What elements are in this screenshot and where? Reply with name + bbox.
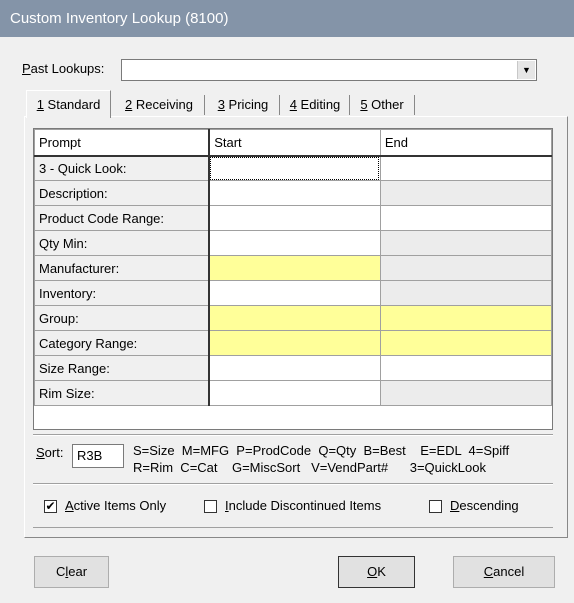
end-cell[interactable] — [379, 305, 553, 331]
checkbox-box — [204, 500, 217, 514]
sort-input[interactable]: R3B — [72, 444, 124, 468]
column-header-prompt: Prompt — [34, 129, 211, 157]
start-cell[interactable] — [208, 155, 381, 181]
sort-legend-line-1: S=Size M=MFG P=ProdCode Q=Qty B=Best E=E… — [133, 443, 510, 458]
end-cell[interactable] — [379, 355, 553, 381]
tab-standard[interactable]: 1 Standard — [26, 90, 111, 118]
table-row: Product Code Range: — [34, 205, 553, 231]
column-header-end: End — [379, 129, 553, 157]
active-items-only-checkbox[interactable]: ✔ Active Items Only — [44, 497, 166, 515]
table-row: Qty Min: — [34, 230, 553, 256]
tab-receiving[interactable]: 2 Receiving — [115, 92, 203, 118]
window-title: Custom Inventory Lookup (8100) — [0, 0, 574, 37]
prompt-cell: Inventory: — [34, 280, 211, 306]
checkbox-box — [429, 500, 442, 514]
table-row: Size Range: — [34, 355, 553, 381]
table-row: Inventory: — [34, 280, 553, 306]
custom-inventory-lookup-window: Custom Inventory Lookup (8100) Past Look… — [0, 0, 574, 603]
tab-divider — [279, 95, 280, 115]
past-lookups-combo[interactable]: ▼ — [121, 59, 537, 81]
start-cell[interactable] — [208, 380, 381, 406]
sort-label: Sort: — [36, 445, 64, 460]
prompt-cell: Group: — [34, 305, 211, 331]
start-cell[interactable] — [208, 355, 381, 381]
tab-pricing[interactable]: 3 Pricing — [208, 92, 278, 118]
table-row: Manufacturer: — [34, 255, 553, 281]
start-cell[interactable] — [208, 255, 381, 281]
start-cell[interactable] — [208, 230, 381, 256]
divider — [33, 484, 553, 485]
table-row: Group: — [34, 305, 553, 331]
clear-button[interactable]: Clear — [34, 556, 109, 588]
end-cell — [379, 280, 553, 306]
check-icon: ✔ — [44, 499, 57, 514]
prompt-cell: Manufacturer: — [34, 255, 211, 281]
end-cell[interactable] — [379, 205, 553, 231]
end-cell — [379, 255, 553, 281]
column-header-start: Start — [208, 129, 381, 157]
table-row: Rim Size: — [34, 380, 553, 406]
prompt-cell: 3 - Quick Look: — [34, 155, 211, 181]
start-cell[interactable] — [208, 330, 381, 356]
prompt-cell: Category Range: — [34, 330, 211, 356]
tab-other[interactable]: 5 Other — [352, 92, 412, 118]
tab-divider — [349, 95, 350, 115]
start-cell[interactable] — [208, 180, 381, 206]
start-cell[interactable] — [208, 280, 381, 306]
tab-editing[interactable]: 4 Editing — [282, 92, 348, 118]
past-lookups-label: Past Lookups: — [22, 61, 105, 76]
end-cell — [379, 180, 553, 206]
prompt-cell: Size Range: — [34, 355, 211, 381]
end-cell[interactable] — [379, 155, 553, 181]
prompt-cell: Product Code Range: — [34, 205, 211, 231]
ok-button[interactable]: OK — [338, 556, 415, 588]
tab-divider — [204, 95, 205, 115]
table-row: 3 - Quick Look: — [34, 155, 553, 181]
tab-divider — [414, 95, 415, 115]
start-cell[interactable] — [208, 205, 381, 231]
chevron-down-icon[interactable]: ▼ — [517, 61, 535, 79]
divider — [33, 527, 553, 528]
table-row: Description: — [34, 180, 553, 206]
descending-checkbox[interactable]: Descending — [429, 497, 519, 515]
grid-header-row: Prompt Start End — [34, 129, 553, 157]
end-cell[interactable] — [379, 330, 553, 356]
table-row: Category Range: — [34, 330, 553, 356]
prompt-cell: Description: — [34, 180, 211, 206]
cancel-button[interactable]: Cancel — [453, 556, 555, 588]
end-cell — [379, 230, 553, 256]
divider — [33, 435, 553, 436]
sort-legend-line-2: R=Rim C=Cat G=MiscSort V=VendPart# 3=Qui… — [133, 460, 486, 475]
end-cell — [379, 380, 553, 406]
criteria-grid: Prompt Start End 3 - Quick Look: Descrip… — [33, 128, 553, 430]
prompt-cell: Qty Min: — [34, 230, 211, 256]
prompt-cell: Rim Size: — [34, 380, 211, 406]
include-discontinued-checkbox[interactable]: Include Discontinued Items — [204, 497, 381, 515]
start-cell[interactable] — [208, 305, 381, 331]
